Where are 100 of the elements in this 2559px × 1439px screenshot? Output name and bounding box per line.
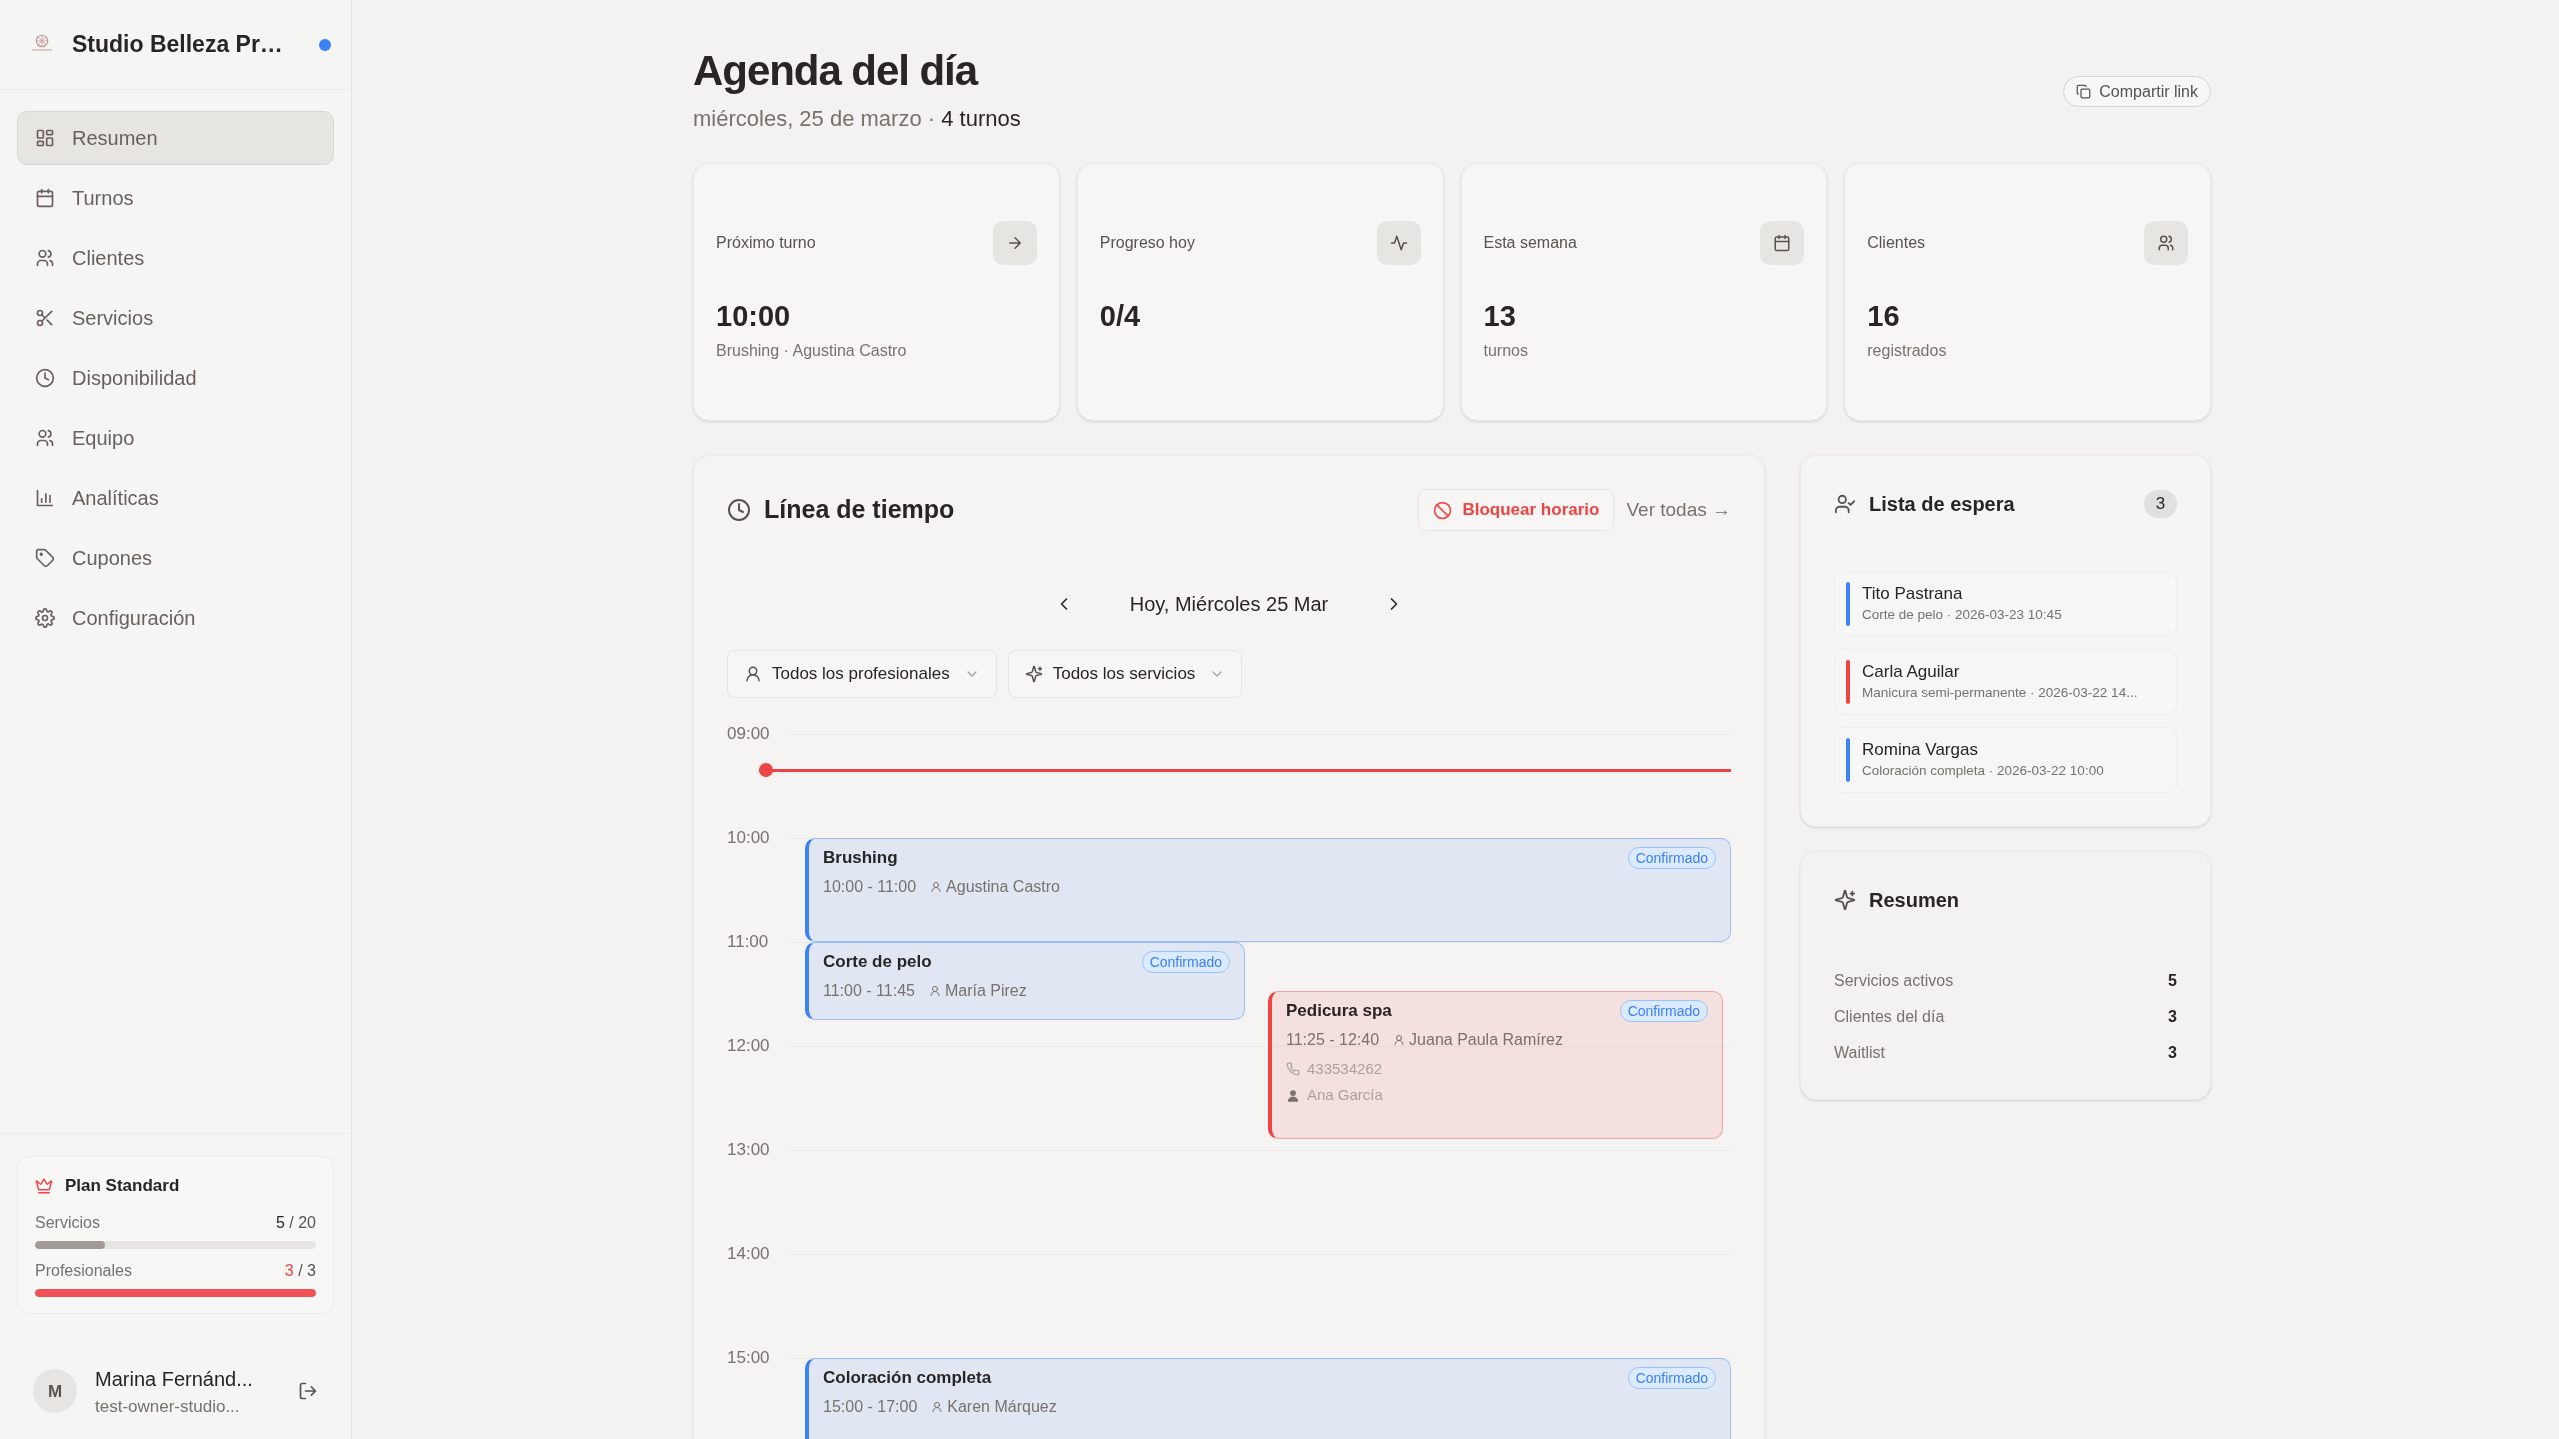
logout-button[interactable] (298, 1381, 318, 1402)
business-name: Studio Belleza Pr… (72, 30, 283, 60)
user-icon (1393, 1033, 1406, 1046)
phone-icon (1286, 1062, 1300, 1077)
waitlist-detail: Coloración completa · 2026-03-22 10:00 (1862, 761, 2104, 780)
limit-count: 3 / 3 (284, 1260, 316, 1281)
filter-dropdown[interactable]: Todos los servicios (1007, 650, 1243, 698)
user-icon (931, 1400, 944, 1413)
stat-label: Progreso hoy (1099, 233, 1195, 253)
nav-item[interactable]: Equipo (17, 411, 334, 465)
summary-label: Servicios activos (1834, 971, 1954, 991)
limit-label: Profesionales (35, 1260, 132, 1281)
sparkles-icon (1024, 665, 1043, 683)
stat-detail: registrados (1867, 341, 1948, 361)
users-icon (35, 248, 55, 268)
nav-item[interactable]: Clientes (17, 231, 334, 285)
section-title: Línea de tiempo (764, 494, 955, 526)
user-email: test-owner-studio... (95, 1395, 241, 1418)
sparkles-icon (1834, 889, 1856, 911)
tag-icon (35, 548, 55, 568)
client-name: Juana Paula Ramírez (1409, 1029, 1563, 1050)
person-icon (1286, 1088, 1300, 1103)
client-name: Romina Vargas (1862, 738, 1979, 761)
appointment-time: 11:00 - 11:45 (823, 980, 915, 1001)
nav-item[interactable]: Turnos (17, 171, 334, 225)
nav-item[interactable]: Resumen (17, 111, 334, 165)
stat-value: 0/4 (1099, 299, 1142, 333)
status-badge: Confirmado (1619, 1000, 1708, 1023)
bar-chart-icon (35, 488, 55, 508)
user-icon (744, 665, 762, 683)
stat-value: 16 (1867, 299, 1901, 333)
limit-count: 5 / 20 (275, 1212, 316, 1233)
summary-value: 3 (2168, 1007, 2177, 1027)
view-all-link[interactable]: Ver todas → (1626, 495, 1731, 525)
client-name: Karen Márquez (947, 1396, 1057, 1417)
user-icon (928, 984, 941, 997)
block-time-button[interactable]: Bloquear horario (1418, 489, 1615, 531)
waitlist-item[interactable]: Carla Aguilar Manicura semi-permanente · 2026-03-22 14... (1834, 649, 2177, 715)
nav-item[interactable]: Disponibilidad (17, 351, 334, 405)
nav-item[interactable]: Analíticas (17, 471, 334, 525)
page-title: Agenda del día (693, 46, 979, 96)
calendar-icon (35, 188, 55, 208)
count-badge: 3 (2144, 490, 2177, 518)
clock-icon (35, 368, 55, 388)
hour-label: 15:00 (727, 1348, 771, 1368)
summary-label: Waitlist (1834, 1043, 1885, 1063)
stat-label: Esta semana (1483, 233, 1577, 253)
filter-dropdown[interactable]: Todos los profesionales (727, 650, 997, 698)
stat-value: 10:00 (716, 299, 792, 333)
calendar-icon (1773, 234, 1792, 252)
hour-label: 11:00 (727, 932, 770, 952)
stat-label: Próximo turno (716, 233, 816, 253)
client-name: Carla Aguilar (1862, 660, 1961, 683)
copy-icon (2076, 84, 2092, 99)
section-title: Lista de espera (1869, 492, 2015, 517)
appointment-card[interactable]: Pedicura spa Confirmado 11:25 - 12:40 Juana Paula Ramírez 433534262 Ana García (1268, 991, 1723, 1140)
users-icon (35, 428, 55, 448)
current-day: Hoy, Miércoles 25 Mar (1114, 589, 1344, 619)
grid-icon (35, 128, 55, 148)
waitlist-item[interactable]: Tito Pastrana Corte de pelo · 2026-03-23 10:45 (1834, 571, 2177, 637)
phone-number: 433534262 (1307, 1058, 1383, 1079)
status-badge: Confirmado (1141, 950, 1230, 973)
hour-label: 09:00 (727, 724, 771, 744)
stat-value: 13 (1483, 299, 1517, 333)
user-name: Marina Fernánd... (95, 1366, 253, 1392)
appointment-time: 10:00 - 11:00 (823, 876, 917, 897)
settings-icon (35, 608, 55, 628)
nav-item[interactable]: Configuración (17, 591, 334, 645)
pulse-icon (1389, 234, 1408, 252)
client-name: María Pirez (944, 980, 1027, 1001)
avatar: M (33, 1369, 77, 1414)
waitlist-detail: Corte de pelo · 2026-03-23 10:45 (1862, 605, 2062, 624)
summary-label: Clientes del día (1834, 1007, 1945, 1027)
staff-name: Ana García (1307, 1085, 1383, 1106)
waitlist-detail: Manicura semi-permanente · 2026-03-22 14... (1862, 683, 2138, 702)
user-icon (930, 880, 943, 893)
appointment-title: Coloración completa (823, 1367, 992, 1389)
appointment-title: Brushing (823, 847, 898, 869)
waitlist-item[interactable]: Romina Vargas Coloración completa · 2026-03-22 10:00 (1834, 727, 2177, 793)
share-link-button[interactable]: Compartir link (2063, 76, 2211, 107)
hour-label: 14:00 (727, 1244, 771, 1264)
limit-label: Servicios (35, 1212, 100, 1233)
hour-label: 12:00 (727, 1036, 771, 1056)
summary-value: 5 (2168, 971, 2177, 991)
hour-label: 10:00 (727, 828, 771, 848)
blocked-icon (1433, 500, 1453, 520)
plan-title: Plan Standard (65, 1175, 180, 1197)
appointment-card[interactable]: Brushing Confirmado 10:00 - 11:00 Agustina Castro (805, 838, 1731, 942)
scissors-icon (35, 308, 55, 328)
appointment-card[interactable]: Corte de pelo Confirmado 11:00 - 11:45 María Pirez (805, 942, 1245, 1020)
nav-item[interactable]: Cupones (17, 531, 334, 585)
appointment-title: Pedicura spa (1286, 1000, 1392, 1023)
appointment-card[interactable]: Coloración completa Confirmado 15:00 - 17:00 Karen Márquez (805, 1358, 1731, 1439)
client-name: Tito Pastrana (1862, 582, 1964, 605)
stat-detail: turnos (1483, 341, 1529, 361)
logout-icon (298, 1381, 318, 1402)
status-badge: Confirmado (1627, 1366, 1716, 1389)
nav-item[interactable]: Servicios (17, 291, 334, 345)
clock-icon (727, 498, 751, 522)
client-name: Agustina Castro (946, 876, 1060, 897)
